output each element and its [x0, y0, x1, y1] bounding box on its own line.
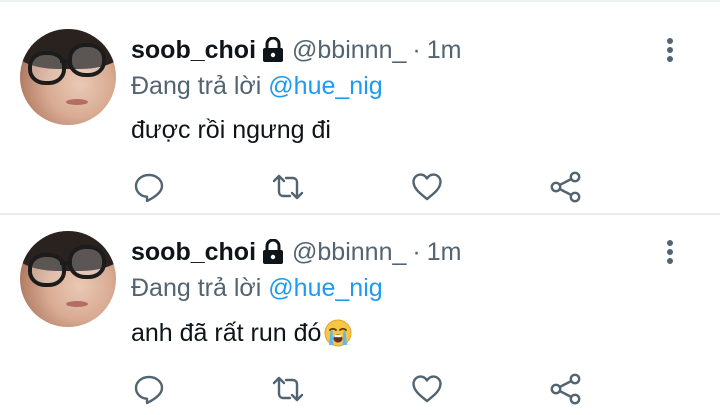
tweet[interactable]: soob_choi @bbinnn_ · 1m Đang trả lời @hu… [0, 12, 720, 213]
heart-icon [412, 173, 442, 201]
top-divider [0, 0, 720, 2]
user-handle[interactable]: @bbinnn_ [292, 36, 406, 65]
retweet-button[interactable] [271, 372, 305, 406]
tweet-header: soob_choi @bbinnn_ · 1m [131, 35, 461, 65]
retweet-icon [272, 174, 304, 200]
reply-icon [134, 173, 164, 203]
display-name[interactable]: soob_choi [131, 238, 256, 267]
share-button[interactable] [549, 170, 583, 204]
replying-to-label: Đang trả lời [131, 274, 262, 302]
replying-to-label: Đang trả lời [131, 72, 262, 100]
reply-button[interactable] [132, 170, 166, 204]
mention-link[interactable]: @hue_nig [268, 274, 382, 302]
display-name[interactable]: soob_choi [131, 36, 256, 65]
replying-to: Đang trả lời @hue_nig [131, 274, 383, 303]
tweet-text-content: được rồi ngưng đi [131, 116, 331, 144]
reply-icon [134, 375, 164, 405]
separator-dot: · [412, 35, 421, 64]
tweet-header: soob_choi @bbinnn_ · 1m [131, 237, 461, 267]
more-vertical-icon[interactable] [660, 238, 680, 266]
heart-icon [412, 375, 442, 403]
lock-icon [262, 37, 284, 63]
retweet-icon [272, 376, 304, 402]
tweet-text-content: anh đã rất run đó [131, 318, 322, 347]
mention-link[interactable]: @hue_nig [268, 72, 382, 100]
replying-to: Đang trả lời @hue_nig [131, 72, 383, 101]
tweet[interactable]: soob_choi @bbinnn_ · 1m Đang trả lời @hu… [0, 214, 720, 415]
retweet-button[interactable] [271, 170, 305, 204]
avatar[interactable] [20, 231, 116, 327]
like-button[interactable] [410, 170, 444, 204]
timestamp[interactable]: 1m [427, 238, 462, 267]
tweet-text: được rồi ngưng đi [131, 116, 331, 145]
share-button[interactable] [549, 372, 583, 406]
lock-icon [262, 239, 284, 265]
timestamp[interactable]: 1m [427, 36, 462, 65]
more-vertical-icon[interactable] [660, 36, 680, 64]
avatar[interactable] [20, 29, 116, 125]
separator-dot: · [412, 237, 421, 266]
like-button[interactable] [410, 372, 444, 406]
reply-button[interactable] [132, 372, 166, 406]
share-icon [550, 171, 581, 203]
loudly-crying-face-icon [323, 318, 353, 348]
share-icon [550, 373, 581, 405]
user-handle[interactable]: @bbinnn_ [292, 238, 406, 267]
tweet-text: anh đã rất run đó [131, 318, 353, 348]
